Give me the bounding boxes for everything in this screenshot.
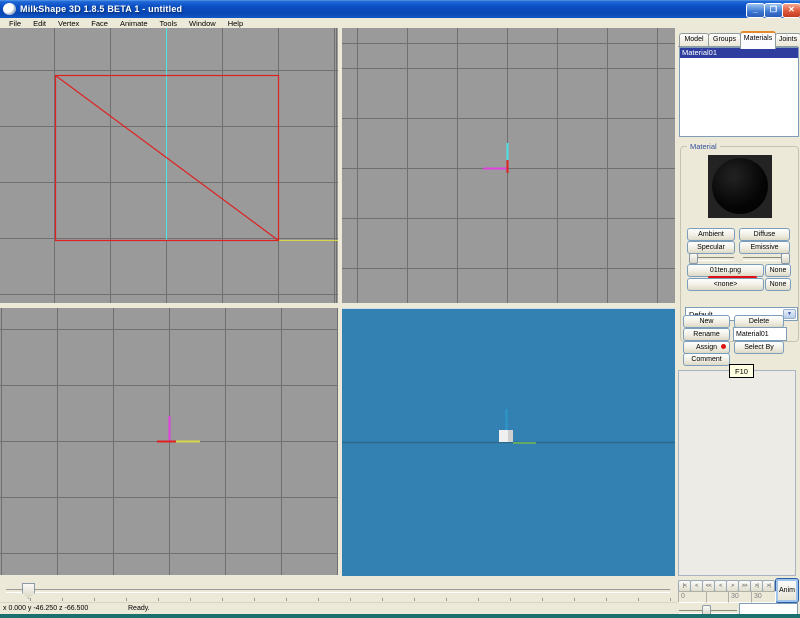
material-list-item[interactable]: Material01	[680, 48, 798, 58]
menu-item-animate[interactable]: Animate	[114, 19, 154, 28]
shininess-slider-thumb[interactable]	[689, 253, 698, 264]
ambient-button[interactable]: Ambient	[687, 228, 735, 241]
select-by-button[interactable]: Select By	[734, 341, 784, 354]
menu-item-face[interactable]: Face	[85, 19, 114, 28]
texture-none-button[interactable]: None	[765, 264, 791, 277]
red-dot-annotation	[721, 344, 726, 349]
rename-button[interactable]: Rename	[683, 328, 730, 341]
keyframer-empty-panel	[678, 370, 796, 576]
material-preview-sphere	[712, 158, 768, 214]
materials-listbox[interactable]: Material01	[679, 47, 799, 137]
menu-item-window[interactable]: Window	[183, 19, 222, 28]
menu-item-vertex[interactable]: Vertex	[52, 19, 85, 28]
side-viewport[interactable]	[342, 28, 675, 303]
material-preview	[708, 155, 772, 218]
window-title: MilkShape 3D 1.8.5 BETA 1 - untitled	[20, 4, 182, 14]
viewport-area	[0, 28, 677, 579]
material-name-field[interactable]: Material01	[733, 327, 787, 341]
material-group-label: Material	[687, 142, 720, 151]
timeline-thumb[interactable]	[22, 583, 35, 599]
alphamap-button[interactable]: <none>	[687, 278, 764, 291]
coordinates-readout: x 0.000 y -46.250 z -66.500	[3, 605, 88, 612]
bottom-edge-strip	[0, 614, 800, 618]
timeline-bar	[0, 579, 677, 602]
restore-icon[interactable]: ❐	[764, 3, 783, 18]
menu-item-edit[interactable]: Edit	[27, 19, 52, 28]
title-bar[interactable]: MilkShape 3D 1.8.5 BETA 1 - untitled	[0, 0, 800, 18]
tab-materials[interactable]: Materials	[740, 31, 776, 49]
current-frame-field[interactable]: 0	[678, 591, 708, 603]
material-groupbox: Material Ambient Diffuse Specular Emissi…	[680, 146, 799, 342]
total-frames-field[interactable]: 30	[728, 591, 753, 603]
status-bar: x 0.000 y -46.250 z -66.500 Ready.	[0, 602, 677, 614]
front-viewport[interactable]	[0, 28, 338, 303]
end-frame-field[interactable]: 30	[751, 591, 776, 603]
app-icon	[3, 3, 16, 15]
top-viewport[interactable]	[0, 308, 338, 575]
milkshape-window: MilkShape 3D 1.8.5 BETA 1 - untitled _ ❐…	[0, 0, 800, 618]
comment-button[interactable]: Comment	[683, 353, 730, 366]
minimize-button[interactable]: _	[746, 3, 765, 18]
menu-item-tools[interactable]: Tools	[154, 19, 184, 28]
new-button[interactable]: New	[683, 315, 730, 328]
alphamap-none-button[interactable]: None	[765, 278, 791, 291]
transparency-slider-thumb[interactable]	[781, 253, 790, 264]
menu-item-help[interactable]: Help	[222, 19, 249, 28]
tab-model[interactable]: Model	[679, 33, 709, 47]
tab-groups[interactable]: Groups	[708, 33, 741, 47]
perspective-viewport-canvas	[342, 309, 675, 576]
timeline-track[interactable]	[6, 589, 670, 593]
chevron-down-icon[interactable]: ▼	[783, 309, 796, 319]
top-viewport-canvas	[0, 308, 338, 575]
timeline-ticks	[30, 598, 671, 601]
f10-tooltip: F10	[729, 364, 754, 378]
close-icon[interactable]: ✕	[782, 3, 800, 18]
diffuse-button[interactable]: Diffuse	[739, 228, 790, 241]
tab-joints[interactable]: Joints	[775, 33, 800, 47]
shaded-quad-dark	[508, 430, 513, 442]
shaded-quad-light	[499, 430, 508, 442]
right-panel: Model Groups Materials Joints Material01…	[677, 28, 800, 614]
anim-toggle-button[interactable]: Anim	[775, 578, 799, 603]
frame-field-2[interactable]	[706, 591, 730, 603]
front-viewport-canvas	[0, 28, 338, 303]
menu-item-file[interactable]: File	[3, 19, 27, 28]
side-viewport-canvas	[342, 28, 675, 303]
perspective-viewport[interactable]	[342, 308, 675, 576]
menu-bar: File Edit Vertex Face Animate Tools Wind…	[0, 18, 800, 28]
status-message: Ready.	[128, 605, 150, 612]
